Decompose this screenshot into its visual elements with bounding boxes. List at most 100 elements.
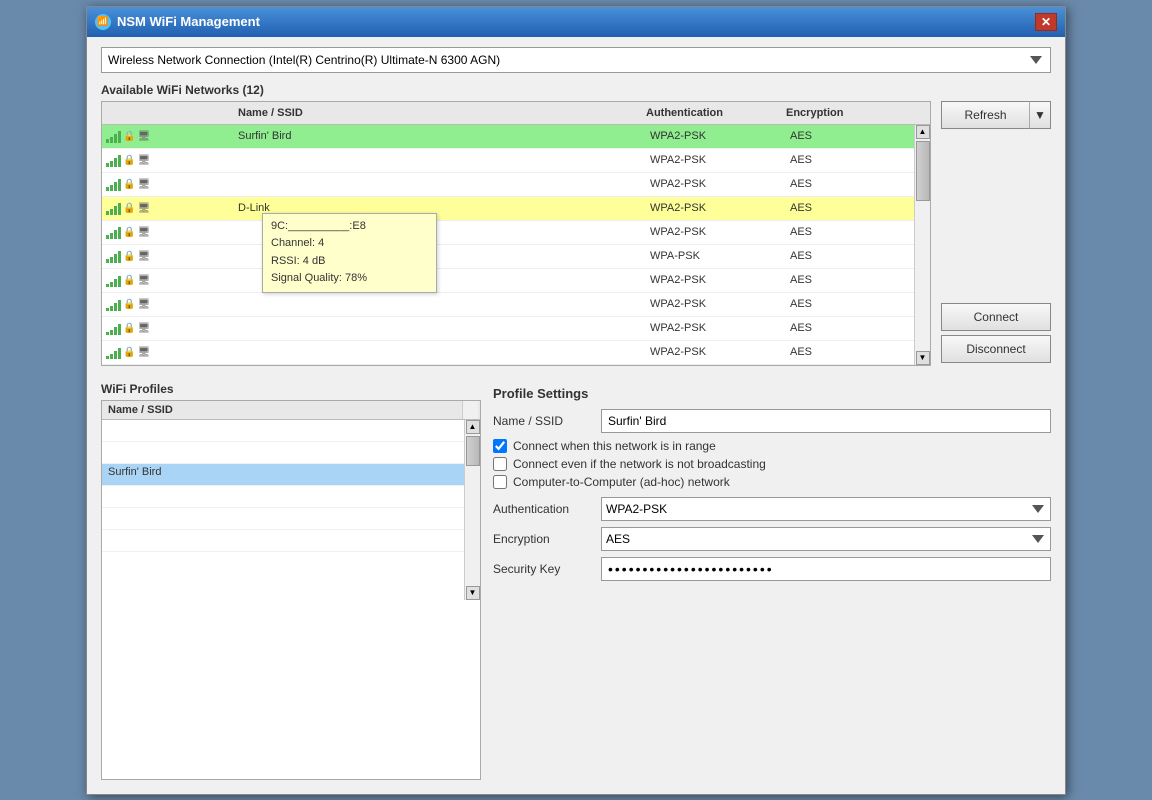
auth-select[interactable]: WPA2-PSK bbox=[601, 497, 1051, 521]
bar3 bbox=[114, 254, 117, 263]
settings-enc-row: Encryption AES bbox=[493, 527, 1051, 551]
right-buttons: Refresh ▼ Connect Disconnect bbox=[941, 101, 1051, 378]
bar1 bbox=[106, 139, 109, 143]
col-signal bbox=[102, 105, 232, 121]
table-row[interactable]: 🔒 🖥 WPA2-PSK AES bbox=[102, 149, 914, 173]
profiles-panel: WiFi Profiles Name / SSID Surfin' Bird bbox=[101, 382, 481, 780]
profiles-table-header: Name / SSID bbox=[102, 401, 480, 420]
close-button[interactable]: ✕ bbox=[1035, 13, 1057, 31]
profiles-scroll-thumb[interactable] bbox=[466, 436, 480, 466]
bar2 bbox=[110, 185, 113, 191]
connect-button[interactable]: Connect bbox=[941, 303, 1051, 331]
profiles-scroll-down[interactable]: ▼ bbox=[466, 586, 480, 600]
name-input[interactable] bbox=[601, 409, 1051, 433]
router-icon: 🖥 bbox=[137, 155, 150, 166]
bar4 bbox=[118, 155, 121, 167]
profiles-table: Name / SSID Surfin' Bird bbox=[101, 400, 481, 780]
refresh-button[interactable]: Refresh bbox=[941, 101, 1029, 129]
row10-signal: 🔒 🖥 bbox=[102, 345, 232, 359]
bar1 bbox=[106, 187, 109, 191]
table-row[interactable]: 🔒 🖥 WPA2-PSK AES bbox=[102, 317, 914, 341]
row6-auth: WPA-PSK bbox=[644, 248, 784, 264]
row3-enc: AES bbox=[784, 176, 914, 192]
connect-in-range-checkbox[interactable] bbox=[493, 439, 507, 453]
col-name: Name / SSID bbox=[232, 105, 640, 121]
table-row[interactable]: 🔒 🖥 Surfin' Bird WPA2-PSK AES bbox=[102, 125, 914, 149]
networks-layout: Name / SSID Authentication Encryption bbox=[101, 101, 1051, 378]
bar4 bbox=[118, 348, 121, 359]
list-item[interactable] bbox=[102, 442, 464, 464]
router-icon: 🖥 bbox=[137, 347, 150, 358]
settings-key-row: Security Key bbox=[493, 557, 1051, 581]
connect-group: Connect Disconnect bbox=[941, 303, 1051, 363]
bar3 bbox=[114, 158, 117, 167]
list-item[interactable] bbox=[102, 508, 464, 530]
key-input[interactable] bbox=[601, 557, 1051, 581]
row7-name bbox=[232, 278, 644, 282]
refresh-dropdown-button[interactable]: ▼ bbox=[1029, 101, 1051, 129]
networks-table-body-wrapper: 🔒 🖥 Surfin' Bird WPA2-PSK AES bbox=[102, 125, 930, 365]
row2-name bbox=[232, 158, 644, 162]
available-networks-header: Available WiFi Networks (12) bbox=[101, 83, 1051, 97]
row6-enc: AES bbox=[784, 248, 914, 264]
table-row[interactable]: 🔒 🖥 WPA2-PSK AES bbox=[102, 221, 914, 245]
scroll-thumb[interactable] bbox=[916, 141, 930, 201]
lock-icon: 🔒 bbox=[123, 131, 135, 142]
row4-name: D-Link bbox=[232, 200, 644, 216]
profiles-scrollbar-right[interactable]: ▲ ▼ bbox=[464, 420, 480, 600]
row8-name bbox=[232, 302, 644, 306]
scroll-up-arrow[interactable]: ▲ bbox=[916, 125, 930, 139]
row7-signal: 🔒 🖥 bbox=[102, 273, 232, 287]
table-row[interactable]: 🔒 🖥 WPA2-PSK AES bbox=[102, 293, 914, 317]
settings-title: Profile Settings bbox=[493, 386, 1051, 401]
col-enc: Encryption bbox=[780, 105, 910, 121]
table-row[interactable]: 🔒 🖥 D-Link WPA2-PSK AES 9C:__________:E8… bbox=[102, 197, 914, 221]
list-item[interactable] bbox=[102, 420, 464, 442]
bottom-section: WiFi Profiles Name / SSID Surfin' Bird bbox=[101, 382, 1051, 780]
settings-auth-row: Authentication WPA2-PSK bbox=[493, 497, 1051, 521]
bar1 bbox=[106, 211, 109, 215]
signal-bars bbox=[106, 153, 121, 167]
row8-enc: AES bbox=[784, 296, 914, 312]
profiles-body-wrapper: Surfin' Bird ▲ ▼ bbox=[102, 420, 480, 600]
router-icon: 🖥 bbox=[137, 299, 150, 310]
row9-signal: 🔒 🖥 bbox=[102, 321, 232, 335]
profiles-scrollbar[interactable] bbox=[462, 401, 478, 419]
list-item[interactable] bbox=[102, 530, 464, 552]
title-bar-left: 📶 NSM WiFi Management bbox=[95, 14, 260, 30]
list-item[interactable] bbox=[102, 486, 464, 508]
bar3 bbox=[114, 230, 117, 239]
networks-scrollbar[interactable]: ▲ ▼ bbox=[914, 125, 930, 365]
signal-bars bbox=[106, 345, 121, 359]
enc-select[interactable]: AES bbox=[601, 527, 1051, 551]
bar1 bbox=[106, 235, 109, 239]
bar3 bbox=[114, 182, 117, 191]
disconnect-button[interactable]: Disconnect bbox=[941, 335, 1051, 363]
row5-name bbox=[232, 230, 644, 234]
row9-auth: WPA2-PSK bbox=[644, 320, 784, 336]
row4-signal: 🔒 🖥 bbox=[102, 201, 232, 215]
connect-not-broadcasting-label: Connect even if the network is not broad… bbox=[513, 457, 766, 471]
scroll-down-arrow[interactable]: ▼ bbox=[916, 351, 930, 365]
signal-bars bbox=[106, 297, 121, 311]
row3-name bbox=[232, 182, 644, 186]
signal-bars bbox=[106, 249, 121, 263]
table-row[interactable]: 🔒 🖥 WPA2-PSK AES bbox=[102, 173, 914, 197]
row10-enc: AES bbox=[784, 344, 914, 360]
table-row[interactable]: 🔒 🖥 WPA-PSK AES bbox=[102, 245, 914, 269]
connect-not-broadcasting-checkbox[interactable] bbox=[493, 457, 507, 471]
router-icon: 🖥 bbox=[137, 251, 150, 262]
wifi-profiles-header: WiFi Profiles bbox=[101, 382, 481, 396]
adapter-select[interactable]: Wireless Network Connection (Intel(R) Ce… bbox=[101, 47, 1051, 73]
bar2 bbox=[110, 282, 113, 287]
bar3 bbox=[114, 351, 117, 359]
row7-auth: WPA2-PSK bbox=[644, 272, 784, 288]
adhoc-checkbox[interactable] bbox=[493, 475, 507, 489]
table-row[interactable]: 🔒 🖥 WPA2-PSK AES bbox=[102, 269, 914, 293]
profiles-scroll-up[interactable]: ▲ bbox=[466, 420, 480, 434]
table-row[interactable]: 🔒 🖥 WPA2-PSK AES bbox=[102, 341, 914, 365]
list-item[interactable]: Surfin' Bird bbox=[102, 464, 464, 486]
router-icon: 🖥 bbox=[137, 203, 150, 214]
bar2 bbox=[110, 233, 113, 239]
bar4 bbox=[118, 324, 121, 335]
